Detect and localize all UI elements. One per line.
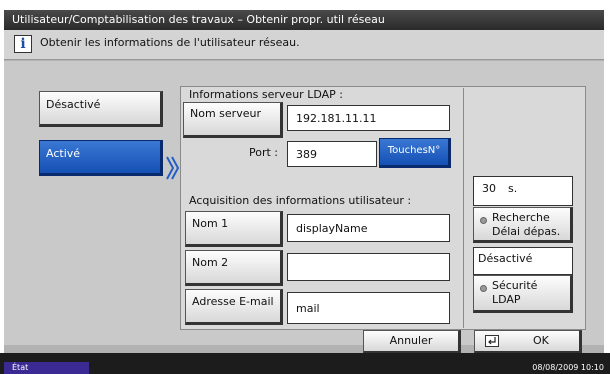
option-dot-icon	[480, 217, 487, 224]
ldap-section-label: Informations serveur LDAP :	[189, 88, 343, 101]
off-button-label: Désactivé	[46, 98, 101, 111]
name2-button[interactable]: Nom 2	[185, 250, 283, 286]
name1-field[interactable]: displayName	[287, 214, 450, 242]
name1-button[interactable]: Nom 1	[185, 211, 283, 247]
cancel-button[interactable]: Annuler	[363, 330, 461, 354]
main-content: Désactivé Activé Informations serveur LD…	[4, 61, 604, 345]
panel-divider	[463, 88, 464, 328]
port-label: Port :	[249, 146, 279, 159]
status-bar: État 08/08/2009 10:10	[0, 353, 610, 374]
selected-chevron-icon	[165, 151, 180, 185]
ok-button[interactable]: OK	[474, 330, 582, 354]
status-datetime: 08/08/2009 10:10	[532, 363, 604, 372]
user-info-section-label: Acquisition des informations utilisateur…	[189, 194, 412, 207]
email-button[interactable]: Adresse E-mail	[185, 289, 283, 325]
name2-button-label: Nom 2	[192, 256, 229, 269]
enter-icon	[485, 335, 499, 347]
info-text: Obtenir les informations de l'utilisateu…	[40, 36, 300, 49]
server-name-field[interactable]: 192.181.11.11	[287, 105, 450, 131]
search-timeout-unit: s.	[508, 182, 518, 195]
on-button-label: Activé	[46, 147, 81, 160]
search-timeout-button[interactable]: Recherche Délai dépas.	[473, 207, 573, 243]
window-title: Utilisateur/Comptabilisation des travaux…	[4, 10, 604, 30]
info-bar: i Obtenir les informations de l'utilisat…	[4, 30, 604, 60]
info-icon: i	[14, 35, 32, 53]
search-timeout-value: 30	[482, 182, 496, 195]
name1-button-label: Nom 1	[192, 217, 229, 230]
status-badge: État	[4, 362, 89, 374]
ldap-security-button[interactable]: Sécurité LDAP	[473, 275, 573, 313]
server-name-button[interactable]: Nom serveur	[183, 102, 283, 138]
email-field[interactable]: mail	[287, 292, 450, 324]
ldap-security-field[interactable]: Désactivé	[473, 247, 573, 275]
search-timeout-button-line1: Recherche	[492, 211, 550, 224]
server-name-button-label: Nom serveur	[190, 107, 261, 120]
ldap-security-button-line2: LDAP	[492, 293, 521, 306]
numeric-keys-button[interactable]: TouchesN°	[379, 138, 451, 168]
on-button[interactable]: Activé	[39, 140, 163, 176]
ldap-security-button-line1: Sécurité	[492, 279, 538, 292]
search-timeout-button-line2: Délai dépas.	[492, 225, 561, 238]
search-timeout-field[interactable]: 30 s.	[473, 176, 573, 206]
email-button-label: Adresse E-mail	[192, 295, 274, 308]
port-field[interactable]: 389	[287, 141, 377, 167]
name2-field[interactable]	[287, 253, 450, 281]
ok-button-label: OK	[533, 334, 549, 347]
window: Utilisateur/Comptabilisation des travaux…	[4, 10, 604, 374]
off-button[interactable]: Désactivé	[39, 91, 163, 127]
option-dot-icon	[480, 285, 487, 292]
